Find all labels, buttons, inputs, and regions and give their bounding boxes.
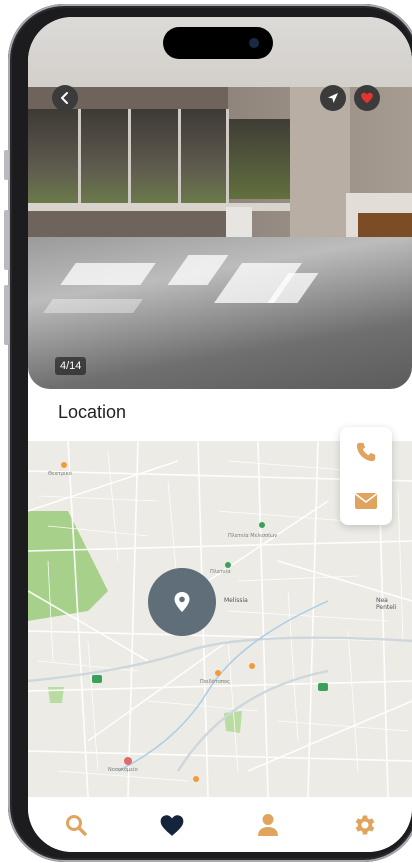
map-label-nea-penteli: Nea Penteli [376,597,397,611]
svg-text:Παιδότοπος: Παιδότοπος [200,678,230,685]
favorite-button[interactable] [354,85,380,111]
svg-text:Πλατεία: Πλατεία [210,568,231,575]
side-button [4,210,9,270]
map-label-melissia: Melissia [224,597,248,604]
navigation-arrow-icon [328,93,338,103]
search-icon [66,814,87,836]
bottom-tab-bar [28,797,412,852]
location-pin-icon [174,592,190,612]
dynamic-island [163,27,273,59]
chevron-left-icon [61,92,68,104]
tab-settings[interactable] [344,805,384,845]
camera-icon [249,38,259,48]
location-heading: Location [58,402,127,422]
gear-icon [355,814,375,835]
email-button[interactable] [351,486,381,516]
side-button [4,285,9,345]
photo-counter: 4/14 [55,357,87,375]
svg-text:Πλατεία Μελισσίων: Πλατεία Μελισσίων [228,532,277,539]
svg-text:Νοσοκομείο: Νοσοκομείο [108,766,138,773]
property-photo[interactable]: 4/14 [28,17,412,389]
call-button[interactable] [351,437,381,467]
tab-search[interactable] [56,805,96,845]
side-button [4,150,9,180]
contact-card [340,427,392,525]
heart-icon [160,814,184,836]
back-button[interactable] [52,85,78,111]
tab-profile[interactable] [248,805,288,845]
heart-icon [361,92,373,104]
envelope-icon [355,492,377,509]
phone-icon [356,442,376,461]
user-icon [258,813,278,836]
property-location-marker[interactable] [148,568,216,636]
svg-text:Θεατρικό: Θεατρικό [48,470,72,477]
share-location-button[interactable] [320,85,346,111]
tab-favorites[interactable] [152,805,192,845]
app-screen: 4/14 Location Θεατρικό Πλατεία Μελισσίων… [28,17,412,852]
